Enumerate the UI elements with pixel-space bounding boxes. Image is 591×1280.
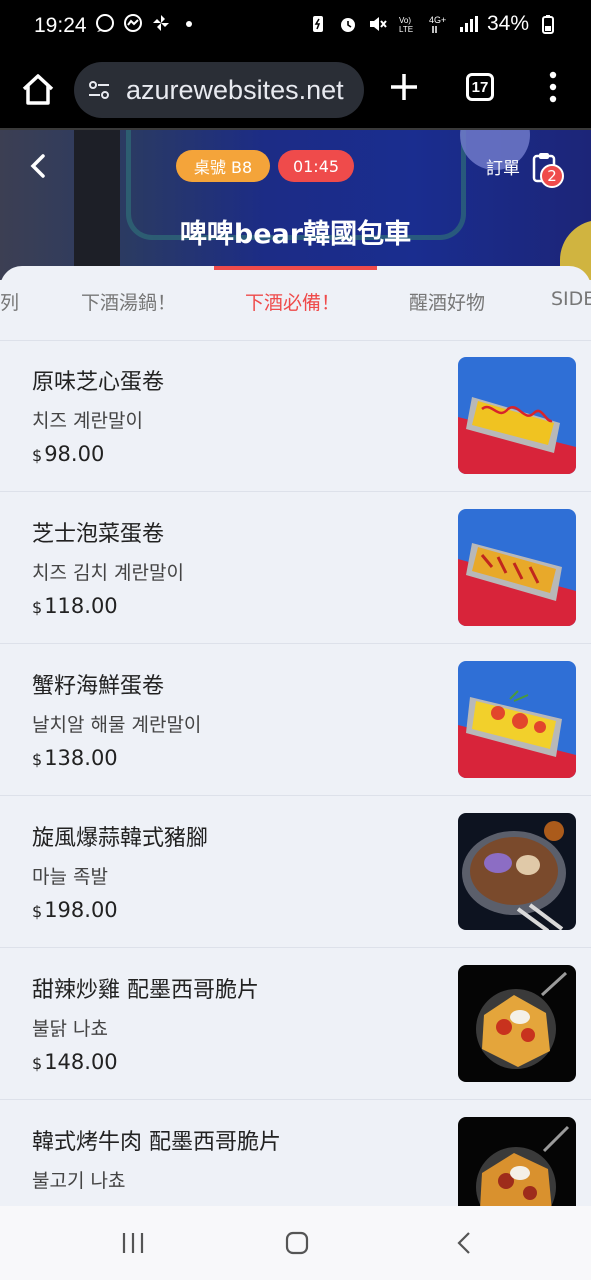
url-text[interactable]: azurewebsites.net bbox=[126, 75, 344, 106]
status-bar: 19:24 Vo) LTE 4G+ 34% bbox=[0, 0, 591, 56]
item-korean-name: 불닭 나쵸 bbox=[32, 1018, 108, 1040]
active-tab-indicator bbox=[214, 266, 377, 270]
item-name: 原味芝心蛋卷 bbox=[32, 370, 165, 395]
category-tabs: 列 下酒湯鍋！ 下酒必備！ 醒酒好物 SIDE bbox=[0, 266, 591, 341]
back-arrow-icon[interactable] bbox=[24, 150, 52, 182]
system-navigation-bar bbox=[0, 1206, 591, 1280]
item-korean-name: 마늘 족발 bbox=[32, 866, 108, 888]
item-name: 甜辣炒雞 配墨西哥脆片 bbox=[32, 978, 259, 1003]
price-value: 98.00 bbox=[44, 442, 105, 466]
tab-category-3[interactable]: 醒酒好物 bbox=[409, 288, 485, 315]
messenger-icon bbox=[124, 14, 142, 32]
currency-symbol: $ bbox=[32, 902, 43, 921]
order-count-badge: 2 bbox=[540, 164, 564, 188]
site-settings-icon[interactable] bbox=[86, 77, 112, 103]
item-name: 韓式烤牛肉 配墨西哥脆片 bbox=[32, 1130, 281, 1155]
svg-text:LTE: LTE bbox=[399, 25, 413, 34]
browser-toolbar: azurewebsites.net 17 bbox=[0, 56, 591, 130]
menu-item[interactable]: 原味芝心蛋卷 치즈 계란말이 $98.00 bbox=[0, 340, 591, 492]
currency-symbol: $ bbox=[32, 598, 43, 617]
item-price: $98.00 bbox=[32, 442, 104, 466]
tab-category-0[interactable]: 列 bbox=[0, 288, 19, 315]
menu-item[interactable]: 芝士泡菜蛋卷 치즈 김치 계란말이 $118.00 bbox=[0, 492, 591, 644]
item-image[interactable] bbox=[458, 661, 576, 778]
alarm-icon bbox=[340, 18, 355, 32]
home-icon[interactable] bbox=[18, 70, 58, 110]
menu-item[interactable]: 甜辣炒雞 配墨西哥脆片 불닭 나쵸 $148.00 bbox=[0, 948, 591, 1100]
price-value: 118.00 bbox=[44, 594, 118, 618]
item-price: $148.00 bbox=[32, 1050, 118, 1074]
price-value: 148.00 bbox=[44, 1050, 118, 1074]
notification-icons bbox=[94, 12, 200, 34]
status-time: 19:24 bbox=[34, 14, 87, 37]
battery-icon bbox=[542, 15, 554, 34]
price-value: 138.00 bbox=[44, 746, 118, 770]
item-korean-name: 날치알 해물 계란말이 bbox=[32, 714, 202, 736]
address-bar[interactable]: azurewebsites.net bbox=[74, 62, 364, 118]
item-price: $138.00 bbox=[32, 746, 118, 770]
home-button-icon[interactable] bbox=[284, 1230, 310, 1256]
item-image[interactable] bbox=[458, 357, 576, 474]
4g-icon: 4G+ bbox=[429, 15, 446, 33]
tab-switcher-button[interactable]: 17 bbox=[466, 73, 494, 101]
store-title: 啤啤bear韓國包車 bbox=[179, 219, 412, 250]
table-number-badge: 桌號 B8 bbox=[176, 150, 270, 182]
menu-item-list: 原味芝心蛋卷 치즈 계란말이 $98.00 芝士泡菜蛋卷 치즈 김치 계란말이 … bbox=[0, 340, 591, 1206]
item-korean-name: 치즈 계란말이 bbox=[32, 410, 143, 432]
new-tab-icon[interactable] bbox=[386, 69, 422, 105]
item-image[interactable] bbox=[458, 965, 576, 1082]
battery-saver-icon bbox=[312, 16, 323, 32]
tab-category-2[interactable]: 下酒必備！ bbox=[245, 288, 340, 315]
item-price: $198.00 bbox=[32, 898, 118, 922]
item-name: 芝士泡菜蛋卷 bbox=[32, 522, 165, 547]
item-image[interactable] bbox=[458, 509, 576, 626]
currency-symbol: $ bbox=[32, 446, 43, 465]
battery-percent: 34% bbox=[486, 12, 529, 35]
signal-icon bbox=[459, 16, 478, 32]
timer-badge: 01:45 bbox=[278, 150, 354, 182]
currency-symbol: $ bbox=[32, 1054, 43, 1073]
svg-text:Vo): Vo) bbox=[399, 16, 411, 25]
menu-content: 列 下酒湯鍋！ 下酒必備！ 醒酒好物 SIDE 原味芝心蛋卷 치즈 계란말이 $… bbox=[0, 266, 591, 1206]
dot-icon bbox=[186, 21, 192, 27]
more-menu-icon[interactable] bbox=[548, 70, 558, 104]
volte-icon: Vo)LTE bbox=[399, 16, 413, 34]
item-image[interactable] bbox=[458, 1117, 576, 1206]
mute-icon bbox=[369, 17, 387, 31]
menu-item[interactable]: 韓式烤牛肉 配墨西哥脆片 불고기 나쵸 bbox=[0, 1100, 591, 1206]
item-name: 蟹籽海鮮蛋卷 bbox=[32, 674, 165, 699]
banner-background bbox=[74, 130, 120, 280]
pinwheel-icon bbox=[153, 15, 169, 31]
order-label[interactable]: 訂單 bbox=[486, 154, 520, 179]
tab-category-4[interactable]: SIDE bbox=[551, 288, 591, 310]
back-button-icon[interactable] bbox=[452, 1230, 478, 1256]
price-value: 198.00 bbox=[44, 898, 118, 922]
tab-category-1[interactable]: 下酒湯鍋！ bbox=[81, 288, 176, 315]
svg-text:4G+: 4G+ bbox=[429, 15, 446, 25]
currency-symbol: $ bbox=[32, 750, 43, 769]
whatsapp-icon bbox=[96, 14, 114, 32]
item-korean-name: 불고기 나쵸 bbox=[32, 1170, 126, 1192]
item-image[interactable] bbox=[458, 813, 576, 930]
store-header: 桌號 B8 01:45 啤啤bear韓國包車 訂單 bbox=[0, 130, 591, 280]
menu-item[interactable]: 旋風爆蒜韓式豬腳 마늘 족발 $198.00 bbox=[0, 796, 591, 948]
recent-apps-icon[interactable] bbox=[120, 1230, 146, 1256]
item-korean-name: 치즈 김치 계란말이 bbox=[32, 562, 184, 584]
system-icons: Vo) LTE 4G+ 34% bbox=[307, 12, 559, 36]
item-name: 旋風爆蒜韓式豬腳 bbox=[32, 826, 209, 851]
menu-item[interactable]: 蟹籽海鮮蛋卷 날치알 해물 계란말이 $138.00 bbox=[0, 644, 591, 796]
item-price: $118.00 bbox=[32, 594, 118, 618]
